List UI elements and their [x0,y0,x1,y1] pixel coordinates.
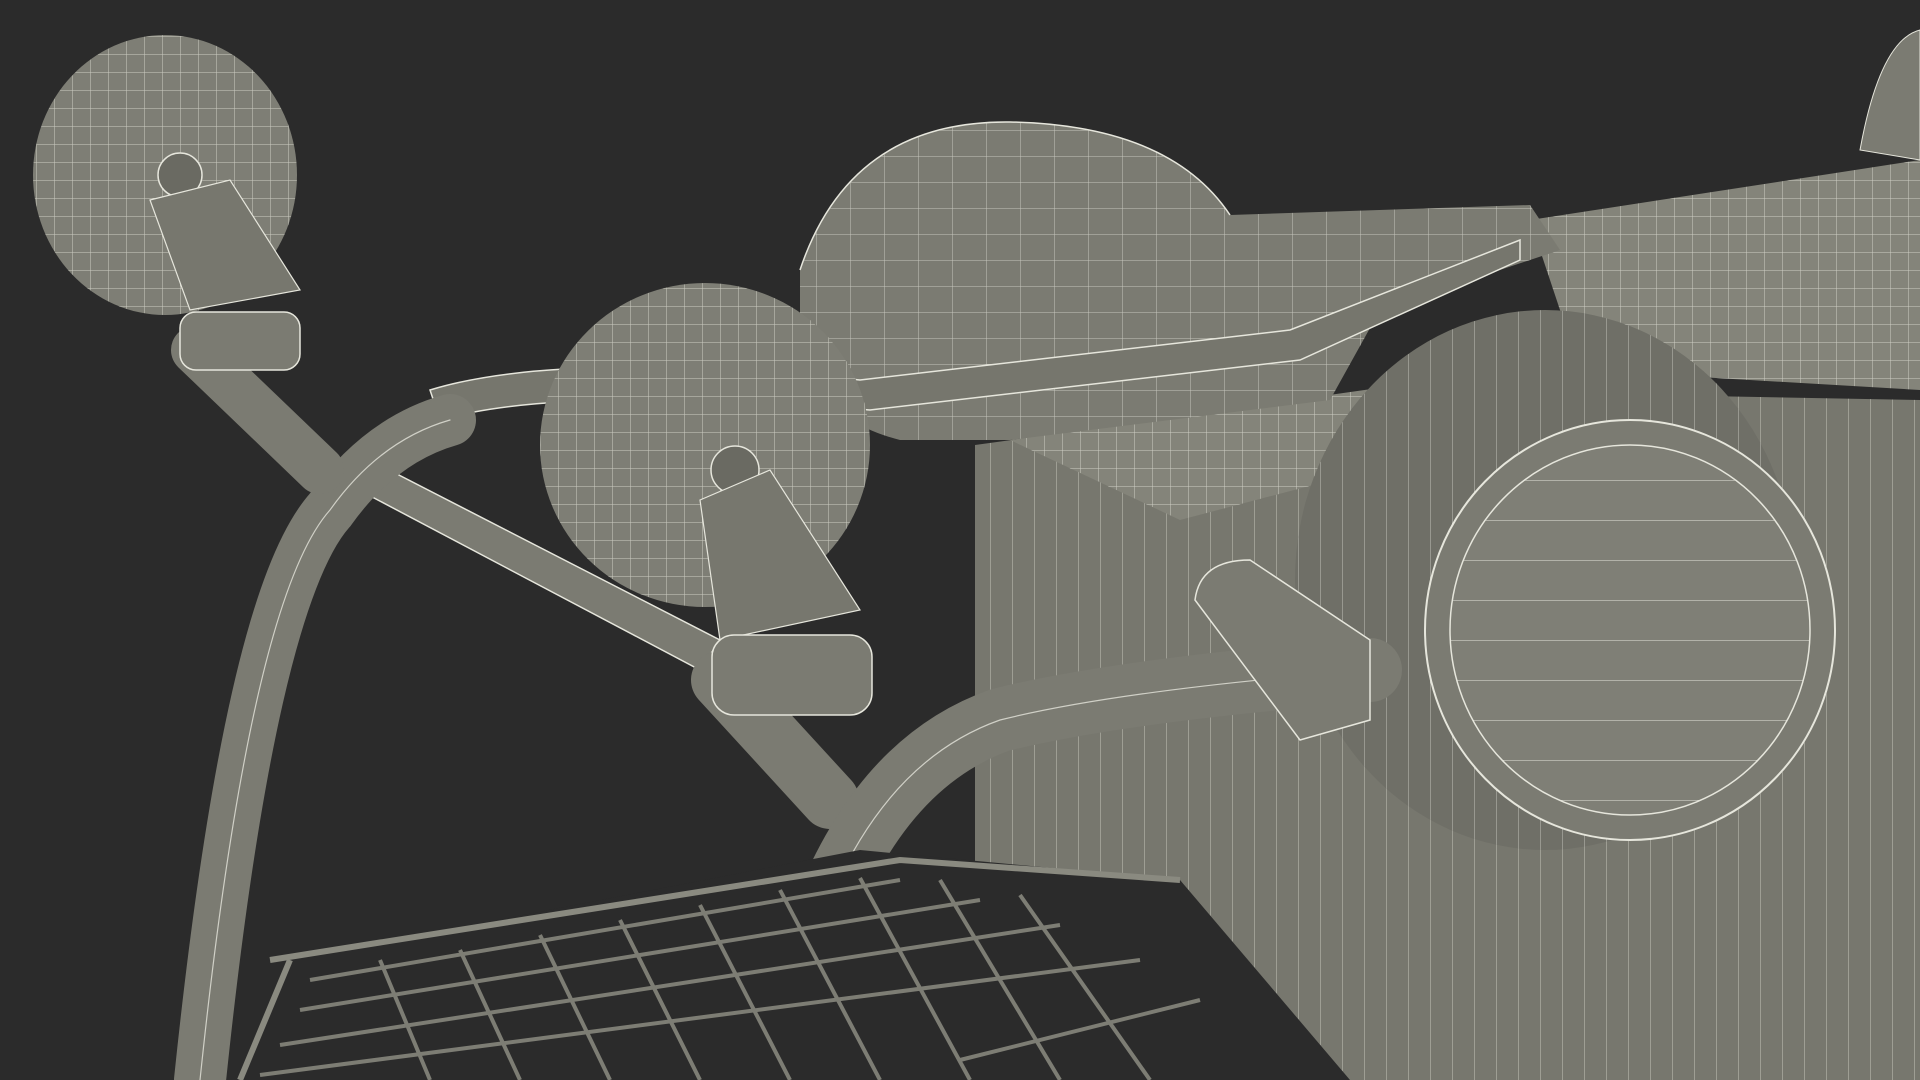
render-canvas [0,0,1920,1080]
wireframe-render-viewport [0,0,1920,1080]
